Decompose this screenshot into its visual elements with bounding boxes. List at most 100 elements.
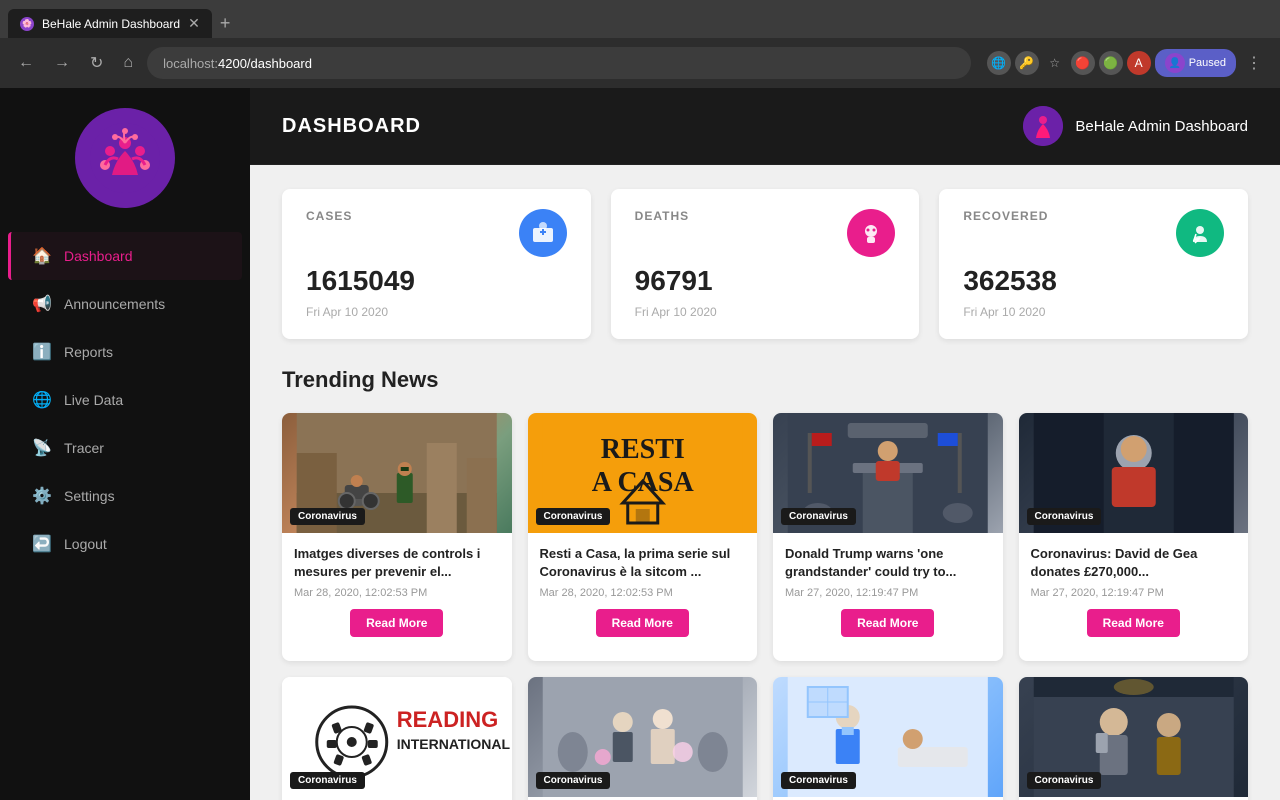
sidebar-item-announcements[interactable]: 📢 Announcements <box>8 280 242 328</box>
active-tab[interactable]: 🌸 BeHale Admin Dashboard ✕ <box>8 9 212 38</box>
page-title: DASHBOARD <box>282 115 421 138</box>
news-date-1: Mar 28, 2020, 12:02:53 PM <box>540 587 746 599</box>
stat-card-deaths: DEATHS 96791 Fri Apr 10 2020 <box>611 189 920 339</box>
news-card-2: Coronavirus Donald Trump warns 'one gran… <box>773 413 1003 661</box>
news-card-1: RESTI A CASA Coronavirus Resti a Casa, l… <box>528 413 758 661</box>
stat-icon-recovered <box>1176 209 1224 257</box>
news-category-6: Coronavirus <box>781 772 856 789</box>
trending-news-title: Trending News <box>282 367 1248 393</box>
sidebar-label-announcements: Announcements <box>64 296 165 312</box>
news-card-7: Coronavirus Prince Charles, 71, is seen … <box>1019 677 1249 800</box>
sidebar-label-reports: Reports <box>64 344 113 360</box>
sidebar-item-reports[interactable]: ℹ️ Reports <box>8 328 242 376</box>
settings-icon: ⚙️ <box>32 486 52 506</box>
nav-bar: ← → ↻ ⌂ localhost:4200/dashboard 🌐 🔑 ☆ 🔴… <box>0 38 1280 88</box>
app-container: 🏠 Dashboard 📢 Announcements ℹ️ Reports 🌐… <box>0 88 1280 800</box>
news-body-1: Resti a Casa, la prima serie sul Coronav… <box>528 533 758 661</box>
news-date-0: Mar 28, 2020, 12:02:53 PM <box>294 587 500 599</box>
forward-button[interactable]: → <box>48 50 76 76</box>
sidebar: 🏠 Dashboard 📢 Announcements ℹ️ Reports 🌐… <box>0 88 250 800</box>
ext-icon-3[interactable]: 🔴 <box>1071 51 1095 75</box>
ext-icon-star[interactable]: ☆ <box>1043 51 1067 75</box>
ext-icon-5[interactable]: A <box>1127 51 1151 75</box>
sidebar-item-settings[interactable]: ⚙️ Settings <box>8 472 242 520</box>
news-body-2: Donald Trump warns 'one grandstander' co… <box>773 533 1003 661</box>
ext-icon-1[interactable]: 🌐 <box>987 51 1011 75</box>
more-options-button[interactable]: ⋮ <box>1240 49 1268 77</box>
content-area: CASES 1615049 Fri Apr 10 2020 <box>250 165 1280 800</box>
profile-button[interactable]: 👤 Paused <box>1155 49 1236 77</box>
stat-icon-deaths <box>847 209 895 257</box>
read-more-button-3[interactable]: Read More <box>1087 609 1180 637</box>
nav-menu: 🏠 Dashboard 📢 Announcements ℹ️ Reports 🌐… <box>0 232 250 568</box>
stat-label-deaths: DEATHS <box>635 209 689 223</box>
tab-bar: 🌸 BeHale Admin Dashboard ✕ + <box>0 0 1280 38</box>
news-category-5: Coronavirus <box>536 772 611 789</box>
sidebar-label-logout: Logout <box>64 536 107 552</box>
read-more-button-1[interactable]: Read More <box>596 609 689 637</box>
stat-value-deaths: 96791 <box>635 265 896 297</box>
url-scheme: localhost: <box>163 56 218 71</box>
logo-container <box>75 108 175 208</box>
news-title-0: Imatges diverses de controls i mesures p… <box>294 545 500 581</box>
tab-close-button[interactable]: ✕ <box>188 15 200 32</box>
news-title-2: Donald Trump warns 'one grandstander' co… <box>785 545 991 581</box>
news-date-3: Mar 27, 2020, 12:19:47 PM <box>1031 587 1237 599</box>
sidebar-label-tracer: Tracer <box>64 440 104 456</box>
sidebar-item-tracer[interactable]: 📡 Tracer <box>8 424 242 472</box>
news-img-wrapper-7: Coronavirus <box>1019 677 1249 797</box>
announcements-icon: 📢 <box>32 294 52 314</box>
browser-chrome: 🌸 BeHale Admin Dashboard ✕ + ← → ↻ ⌂ loc… <box>0 0 1280 88</box>
new-tab-button[interactable]: + <box>212 9 239 38</box>
sidebar-item-live-data[interactable]: 🌐 Live Data <box>8 376 242 424</box>
profile-label: Paused <box>1189 57 1226 69</box>
stat-icon-cases <box>519 209 567 257</box>
sidebar-item-logout[interactable]: ↩️ Logout <box>8 520 242 568</box>
stat-date-recovered: Fri Apr 10 2020 <box>963 305 1224 319</box>
logout-icon: ↩️ <box>32 534 52 554</box>
stat-value-recovered: 362538 <box>963 265 1224 297</box>
ext-icon-2[interactable]: 🔑 <box>1015 51 1039 75</box>
news-category-0: Coronavirus <box>290 508 365 525</box>
news-card-0: Coronavirus Imatges diverses de controls… <box>282 413 512 661</box>
tab-title: BeHale Admin Dashboard <box>42 17 180 31</box>
news-category-4: Coronavirus <box>290 772 365 789</box>
read-more-button-2[interactable]: Read More <box>841 609 934 637</box>
sidebar-item-dashboard[interactable]: 🏠 Dashboard <box>8 232 242 280</box>
tab-favicon: 🌸 <box>20 17 34 31</box>
svg-text:INTERNATIONAL: INTERNATIONAL <box>397 736 511 752</box>
news-img-wrapper-3: Coronavirus <box>1019 413 1249 533</box>
reports-icon: ℹ️ <box>32 342 52 362</box>
news-grid: Coronavirus Imatges diverses de controls… <box>282 413 1248 800</box>
news-img-wrapper-2: Coronavirus <box>773 413 1003 533</box>
stat-label-cases: CASES <box>306 209 352 223</box>
news-img-wrapper-6: Coronavirus <box>773 677 1003 797</box>
back-button[interactable]: ← <box>12 50 40 76</box>
home-button[interactable]: ⌂ <box>117 50 139 76</box>
stat-label-recovered: RECOVERED <box>963 209 1048 223</box>
stat-date-deaths: Fri Apr 10 2020 <box>635 305 896 319</box>
news-date-2: Mar 27, 2020, 12:19:47 PM <box>785 587 991 599</box>
news-card-4: READING INTERNATIONAL Coronavirus Readin… <box>282 677 512 800</box>
svg-text:RESTI: RESTI <box>600 434 684 465</box>
profile-avatar: 👤 <box>1165 53 1185 73</box>
news-category-2: Coronavirus <box>781 508 856 525</box>
news-img-wrapper-0: Coronavirus <box>282 413 512 533</box>
news-category-3: Coronavirus <box>1027 508 1102 525</box>
main-content: DASHBOARD BeHale Admin Dashboard <box>250 88 1280 800</box>
topbar-app-name: BeHale Admin Dashboard <box>1075 118 1248 135</box>
news-category-1: Coronavirus <box>536 508 611 525</box>
reload-button[interactable]: ↻ <box>84 49 109 77</box>
stat-header-deaths: DEATHS <box>635 209 896 257</box>
svg-text:READING: READING <box>397 707 498 732</box>
url-bar[interactable]: localhost:4200/dashboard <box>147 47 971 79</box>
stat-value-cases: 1615049 <box>306 265 567 297</box>
sidebar-label-live-data: Live Data <box>64 392 123 408</box>
live-data-icon: 🌐 <box>32 390 52 410</box>
stat-card-recovered: RECOVERED 362538 Fri Apr 10 2020 <box>939 189 1248 339</box>
news-card-3: Coronavirus Coronavirus: David de Gea do… <box>1019 413 1249 661</box>
ext-icon-4[interactable]: 🟢 <box>1099 51 1123 75</box>
stat-header-cases: CASES <box>306 209 567 257</box>
news-img-wrapper-1: RESTI A CASA Coronavirus <box>528 413 758 533</box>
read-more-button-0[interactable]: Read More <box>350 609 443 637</box>
